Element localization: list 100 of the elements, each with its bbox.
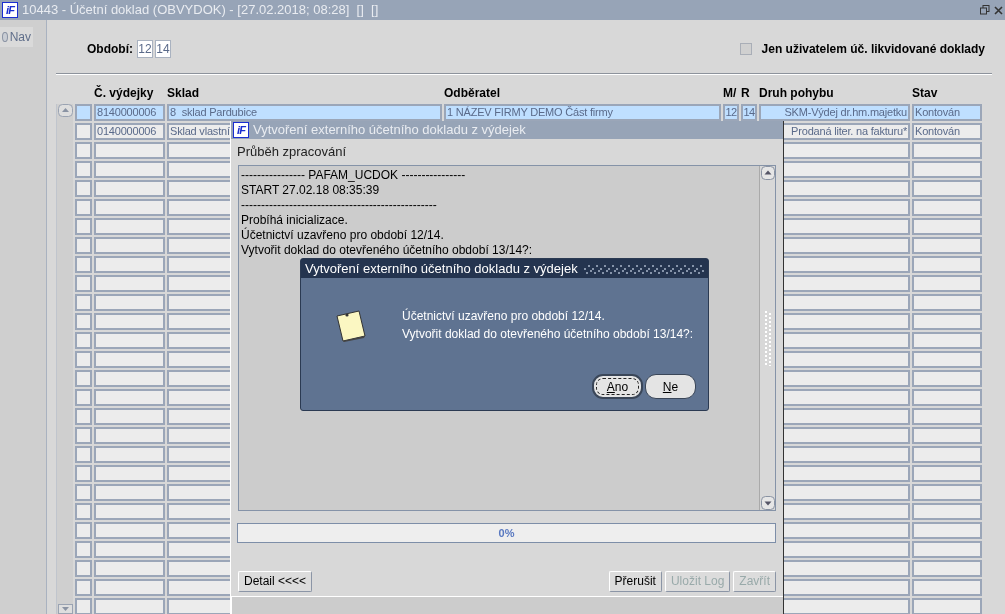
table-cell [167, 389, 232, 406]
table-cell [94, 218, 165, 235]
table-cell [94, 408, 165, 425]
table-cell [75, 598, 92, 614]
table-cell [75, 351, 92, 368]
table-cell [912, 522, 982, 539]
nav-option[interactable]: Nav [0, 27, 33, 47]
table-cell [75, 446, 92, 463]
scroll-down-icon[interactable] [760, 495, 775, 510]
dialog-button[interactable]: Ano [592, 374, 643, 399]
row-selector[interactable] [75, 104, 92, 121]
table-cell [94, 560, 165, 577]
note-icon [335, 309, 367, 343]
app-logo: iF [2, 2, 18, 18]
column-header: Č. výdejky [94, 85, 155, 102]
table-cell [94, 484, 165, 501]
table-cell [912, 199, 982, 216]
table-cell [912, 389, 982, 406]
table-cell [75, 560, 92, 577]
table-cell [912, 370, 982, 387]
table-cell [912, 579, 982, 596]
table-cell [167, 161, 232, 178]
table-cell [75, 522, 92, 539]
table-cell: 0140000006 [94, 123, 165, 140]
table-cell [167, 541, 232, 558]
log-line: Účetnictví uzavřeno pro období 12/14. [241, 227, 444, 243]
table-cell [912, 598, 982, 614]
dialog-button[interactable]: Přerušit [608, 570, 662, 592]
table-cell [912, 465, 982, 482]
table-cell [167, 560, 232, 577]
year-field[interactable]: 14 [155, 39, 171, 58]
column-header: M/ [723, 85, 738, 102]
table-cell [94, 446, 165, 463]
table-cell [94, 313, 165, 330]
table-cell [94, 142, 165, 159]
column-header: Stav [912, 85, 939, 102]
table-cell [912, 503, 982, 520]
table-cell: Kontován [912, 123, 982, 140]
log-line: ------------------------------------------------- [241, 197, 437, 213]
progress-text: 0% [498, 525, 515, 541]
table-cell [167, 218, 232, 235]
table-cell [912, 484, 982, 501]
month-field[interactable]: 12 [137, 39, 153, 58]
dialog-button[interactable]: Ne [645, 374, 696, 399]
column-header: Sklad [167, 85, 200, 102]
table-cell [167, 579, 232, 596]
table-cell [94, 237, 165, 254]
table-cell [167, 237, 232, 254]
table-cell: 8140000006 [94, 104, 165, 121]
table-cell [912, 256, 982, 273]
table-cell: Kontován [912, 104, 982, 121]
table-cell [167, 142, 232, 159]
table-cell [912, 408, 982, 425]
table-cell [912, 351, 982, 368]
table-cell [912, 180, 982, 197]
table-cell [94, 294, 165, 311]
table-cell [75, 579, 92, 596]
table-cell [94, 180, 165, 197]
table-cell [75, 142, 92, 159]
title-grip-icon [583, 262, 704, 275]
table-cell [75, 541, 92, 558]
table-cell [167, 427, 232, 444]
section-label: Průběh zpracování [237, 143, 347, 161]
table-cell [75, 427, 92, 444]
table-cell [167, 256, 232, 273]
table-cell [94, 351, 165, 368]
column-header: Odběratel [444, 85, 501, 102]
period-label: Období: [87, 40, 133, 58]
table-cell [167, 408, 232, 425]
table-cell [94, 370, 165, 387]
scroll-up-icon[interactable] [760, 165, 775, 180]
dialog-button[interactable]: Detail <<<< [238, 570, 313, 592]
close-icon[interactable] [994, 5, 1003, 15]
table-cell [912, 294, 982, 311]
table-cell [912, 560, 982, 577]
table-cell [75, 275, 92, 292]
app-logo: iF [233, 122, 249, 138]
table-cell [75, 484, 92, 501]
table-cell [75, 199, 92, 216]
table-cell [912, 275, 982, 292]
table-cell [94, 161, 165, 178]
table-cell [167, 332, 232, 349]
table-cell [94, 503, 165, 520]
table-cell [167, 294, 232, 311]
table-cell [912, 237, 982, 254]
table-cell [75, 180, 92, 197]
restore-icon[interactable] [980, 5, 990, 15]
table-cell [167, 465, 232, 482]
scroll-grip-icon[interactable] [763, 309, 772, 366]
table-cell [75, 332, 92, 349]
table-cell [94, 579, 165, 596]
dialog-title: Vytvoření externího účetního dokladu z výdejek [305, 259, 578, 278]
table-cell [167, 199, 232, 216]
log-line: Vytvořit doklad do otevřeného účetního období 13/14?: [241, 242, 533, 258]
table-cell [94, 598, 165, 614]
row-selector[interactable] [75, 123, 92, 140]
table-cell [912, 541, 982, 558]
checkbox[interactable] [739, 42, 752, 55]
table-cell [94, 275, 165, 292]
table-cell [75, 161, 92, 178]
